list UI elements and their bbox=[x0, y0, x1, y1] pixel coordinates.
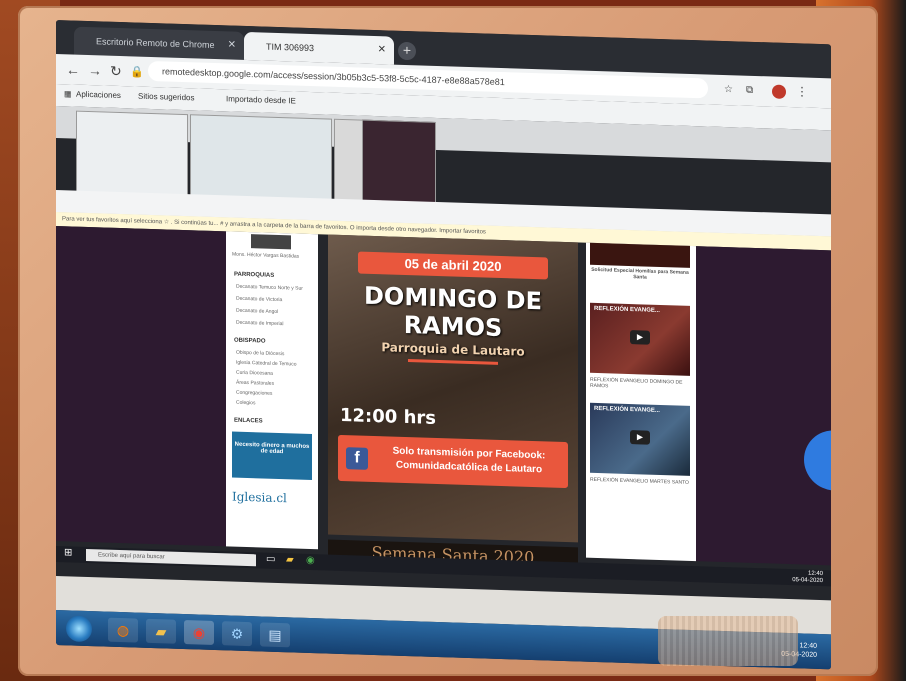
list-item[interactable]: Decanato de Imperial bbox=[236, 320, 284, 327]
promo-image bbox=[590, 242, 690, 268]
play-icon[interactable]: ▶ bbox=[630, 330, 650, 345]
page-background bbox=[696, 246, 831, 566]
video-caption: REFLEXIÓN EVANGELIO MARTES SANTO bbox=[590, 476, 689, 486]
promo-caption: Solicitud Especial Homilías para Semana … bbox=[591, 266, 689, 281]
remote-clock: 12:40 05-04-2020 bbox=[792, 570, 823, 585]
bookmark-apps[interactable]: Aplicaciones bbox=[76, 90, 121, 100]
tab-label: Escritorio Remoto de Chrome bbox=[96, 36, 215, 50]
video-thumbnail[interactable]: REFLEXIÓN EVANGE... ▶ bbox=[590, 302, 690, 376]
bishop-photo bbox=[251, 234, 291, 250]
monitor-bezel: Escritorio Remoto de Chrome ✕ TIM 306993… bbox=[18, 6, 878, 676]
window-thumbnail[interactable] bbox=[76, 110, 188, 197]
poster-date: 05 de abril 2020 bbox=[358, 251, 548, 280]
avatar[interactable] bbox=[772, 84, 786, 99]
video-title: REFLEXIÓN EVANGE... bbox=[594, 405, 660, 414]
window-thumbnail[interactable] bbox=[190, 114, 332, 201]
list-item[interactable]: Colegios bbox=[236, 400, 255, 407]
bookmark-suggested[interactable]: Sitios sugeridos bbox=[138, 92, 194, 103]
list-item[interactable]: Decanato de Angol bbox=[236, 308, 278, 315]
divider bbox=[408, 359, 498, 365]
lock-icon: 🔒 bbox=[130, 66, 144, 79]
remote-clock-date: 05-04-2020 bbox=[792, 577, 823, 585]
list-item[interactable]: Obispo de la Diócesis bbox=[236, 350, 284, 358]
vocations-banner[interactable]: Necesito dinero a muchos de edad bbox=[232, 431, 312, 481]
list-item[interactable]: Congregaciones bbox=[236, 390, 272, 397]
section-title: ENLACES bbox=[234, 417, 263, 425]
close-icon[interactable]: ✕ bbox=[228, 31, 236, 59]
forward-icon[interactable]: → bbox=[88, 62, 102, 78]
video-thumbnail[interactable]: REFLEXIÓN EVANGE... ▶ bbox=[590, 402, 690, 476]
star-icon[interactable]: ☆ bbox=[724, 84, 733, 95]
list-item[interactable]: Iglesia Catedral de Temuco bbox=[236, 360, 297, 368]
facebook-banner: f Solo transmisión por Facebook: Comunid… bbox=[338, 434, 568, 489]
back-icon[interactable]: ← bbox=[66, 61, 80, 77]
chrome-icon[interactable]: ◉ bbox=[184, 620, 214, 645]
author-name: Mons. Héctor Vargas Bastidas bbox=[232, 251, 300, 260]
section-title: OBISPADO bbox=[234, 337, 266, 345]
folder-icon[interactable]: ▰ bbox=[286, 554, 294, 565]
window-icon[interactable]: ▤ bbox=[260, 622, 290, 648]
list-item[interactable]: Decanato de Victoria bbox=[236, 296, 282, 303]
settings-icon[interactable]: ⚙ bbox=[222, 621, 252, 647]
list-item[interactable]: Áreas Pastorales bbox=[236, 380, 274, 387]
section-title: PARROQUIAS bbox=[234, 271, 275, 279]
taskbar-search-input[interactable]: Escribe aquí para buscar bbox=[86, 548, 256, 567]
remote-desktop-view[interactable]: Para ver tus favoritos aquí selecciona ☆… bbox=[56, 106, 831, 601]
list-item[interactable]: Decanato Temuco Norte y Sur bbox=[236, 284, 303, 292]
page-background bbox=[56, 226, 226, 547]
apps-icon[interactable]: ▦ bbox=[64, 89, 72, 98]
video-title: REFLEXIÓN EVANGE... bbox=[594, 305, 660, 314]
facebook-icon: f bbox=[346, 447, 368, 470]
chrome-icon[interactable]: ◉ bbox=[306, 555, 315, 566]
poster-time: 12:00 hrs bbox=[340, 404, 436, 429]
extension-icon[interactable]: ⧉ bbox=[746, 85, 753, 96]
start-orb-icon[interactable] bbox=[66, 615, 92, 643]
monitor-vent bbox=[658, 616, 798, 666]
domingo-ramos-poster[interactable]: 05 de abril 2020 DOMINGO DE RAMOS Parroq… bbox=[328, 234, 578, 543]
folder-icon[interactable]: ▰ bbox=[146, 618, 176, 644]
windows-icon[interactable]: ⊞ bbox=[64, 547, 72, 558]
video-caption: REFLEXIÓN EVANGELIO DOMINGO DE RAMOS bbox=[590, 376, 683, 390]
menu-icon[interactable]: ⋮ bbox=[796, 84, 808, 98]
video-column: Solicitud Especial Homilías para Semana … bbox=[586, 242, 696, 562]
reload-icon[interactable]: ↻ bbox=[110, 63, 122, 80]
tab-label: TIM 306993 bbox=[266, 41, 315, 54]
list-item[interactable]: Curia Diocesana bbox=[236, 370, 273, 377]
play-icon[interactable]: ▶ bbox=[630, 430, 650, 445]
firefox-icon[interactable]: ◍ bbox=[108, 617, 138, 643]
facebook-text: Solo transmisión por Facebook: Comunidad… bbox=[374, 444, 564, 478]
task-view-icon[interactable]: ▭ bbox=[266, 554, 275, 565]
bookmark-imported[interactable]: Importado desde IE bbox=[226, 94, 296, 105]
window-thumbnail[interactable] bbox=[362, 119, 436, 204]
screen: Escritorio Remoto de Chrome ✕ TIM 306993… bbox=[56, 20, 831, 670]
iglesia-logo[interactable]: Iglesia.cl bbox=[232, 490, 312, 517]
site-sidebar: Mons. Héctor Vargas Bastidas PARROQUIAS … bbox=[226, 231, 318, 550]
new-tab-icon[interactable]: + bbox=[398, 41, 416, 61]
close-icon[interactable]: ✕ bbox=[378, 36, 386, 64]
